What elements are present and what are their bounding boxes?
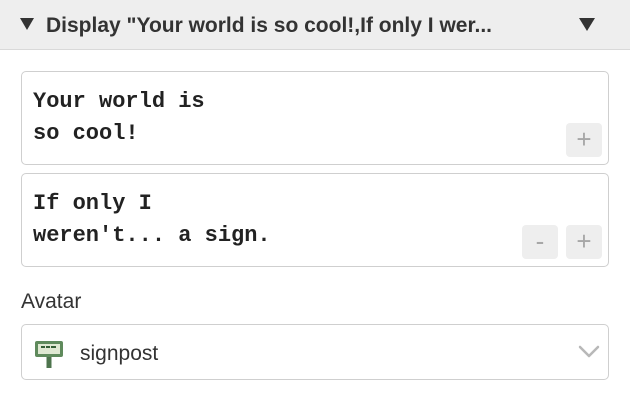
block-header[interactable]: Display "Your world is so cool!,If only … bbox=[0, 0, 630, 50]
avatar-value: signpost bbox=[80, 342, 159, 365]
add-message-button[interactable]: + bbox=[566, 225, 602, 259]
chevron-down-icon[interactable] bbox=[578, 345, 600, 359]
dropdown-triangle-icon[interactable] bbox=[579, 18, 595, 31]
signpost-icon bbox=[35, 341, 63, 368]
remove-message-button[interactable]: - bbox=[522, 225, 558, 259]
message-card-1[interactable]: Your world is so cool! + bbox=[21, 71, 609, 165]
avatar-select[interactable]: signpost bbox=[21, 324, 609, 380]
add-message-button[interactable]: + bbox=[566, 123, 602, 157]
collapse-triangle-icon[interactable] bbox=[20, 18, 34, 30]
avatar-label: Avatar bbox=[21, 290, 82, 313]
message-text[interactable]: Your world is so cool! bbox=[33, 86, 503, 150]
message-text[interactable]: If only I weren't... a sign. bbox=[33, 188, 503, 252]
message-card-2[interactable]: If only I weren't... a sign. - + bbox=[21, 173, 609, 267]
block-title: Display "Your world is so cool!,If only … bbox=[46, 14, 492, 37]
